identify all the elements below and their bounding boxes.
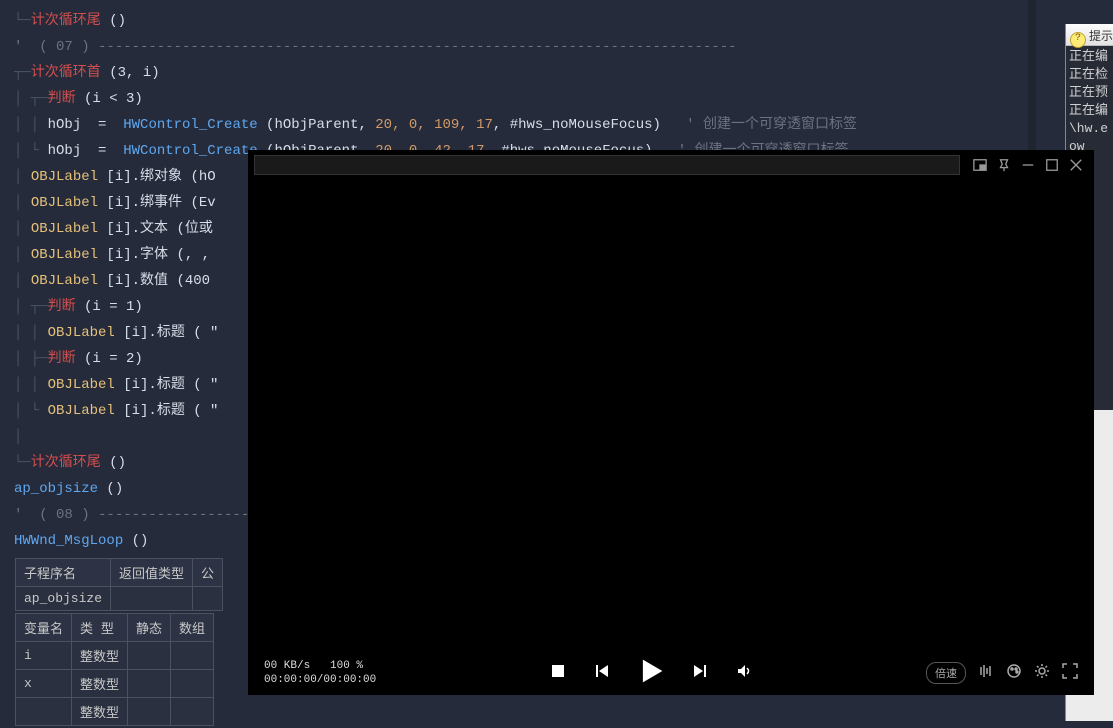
speed-button[interactable]: 倍速 <box>926 662 966 684</box>
hint-line: \hw.e <box>1069 120 1110 138</box>
settings-icon[interactable] <box>1034 663 1050 683</box>
pin-icon[interactable] <box>992 153 1016 177</box>
volume-button[interactable] <box>736 663 752 683</box>
stream-info: 00 KB/s 100 % 00:00:00/00:00:00 <box>264 659 376 687</box>
prev-button[interactable] <box>594 663 610 683</box>
maximize-icon[interactable] <box>1040 153 1064 177</box>
hint-line: 正在预 <box>1069 84 1110 102</box>
palette-icon[interactable] <box>1006 663 1022 683</box>
stop-button[interactable] <box>550 663 566 683</box>
minimize-icon[interactable] <box>1016 153 1040 177</box>
next-button[interactable] <box>692 663 708 683</box>
comment-line: ' ( 07 ) -------------------------------… <box>14 34 1028 60</box>
picture-in-picture-icon[interactable] <box>968 153 992 177</box>
close-icon[interactable] <box>1064 153 1088 177</box>
url-input[interactable] <box>254 155 960 175</box>
hint-line: 正在编 <box>1069 102 1110 120</box>
hint-line: 正在编 <box>1069 48 1110 66</box>
equalizer-icon[interactable] <box>978 663 994 683</box>
hint-line: 正在检 <box>1069 66 1110 84</box>
video-canvas[interactable] <box>248 180 1094 650</box>
video-player: 00 KB/s 100 % 00:00:00/00:00:00 倍速 <box>248 150 1094 695</box>
fullscreen-icon[interactable] <box>1062 663 1078 683</box>
play-button[interactable] <box>638 658 664 688</box>
hint-title: 提示 <box>1066 24 1113 46</box>
